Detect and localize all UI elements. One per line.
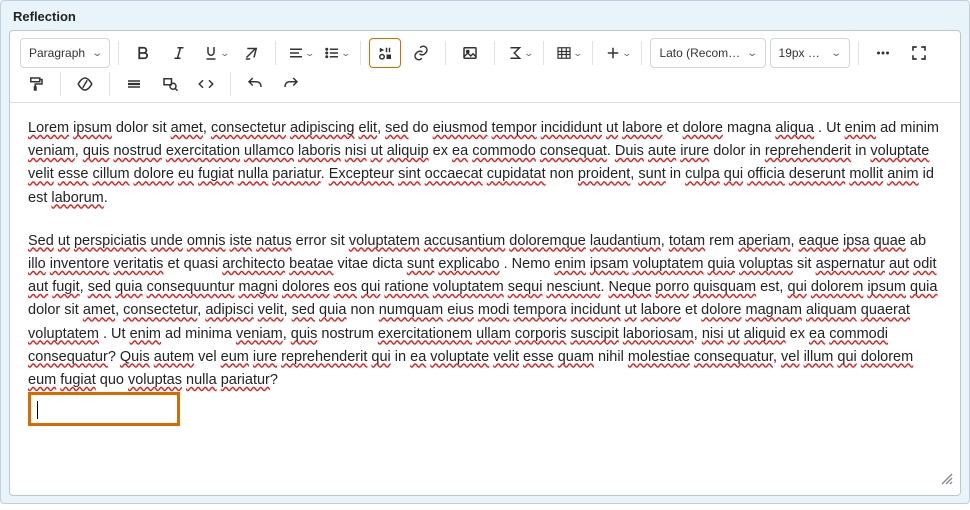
editor-panel: Reflection Paragraph ⌄ ⌄ bbox=[0, 0, 970, 504]
link-icon bbox=[412, 44, 430, 62]
clear-format-icon bbox=[242, 44, 260, 62]
separator bbox=[858, 41, 859, 65]
bold-button[interactable] bbox=[127, 38, 159, 68]
separator bbox=[543, 41, 544, 65]
align-button[interactable]: ⌄ bbox=[284, 38, 316, 68]
separator bbox=[641, 41, 642, 65]
clear-format-button[interactable] bbox=[235, 38, 267, 68]
image-button[interactable] bbox=[454, 38, 486, 68]
redo-icon bbox=[282, 75, 300, 93]
separator bbox=[445, 41, 446, 65]
sigma-icon bbox=[506, 44, 524, 62]
paragraph-2: Sed ut perspiciatis unde omnis iste natu… bbox=[28, 230, 942, 392]
font-family-dropdown[interactable]: Lato (Recom… ⌄ bbox=[650, 38, 765, 68]
ellipsis-icon bbox=[874, 44, 892, 62]
table-icon bbox=[555, 44, 573, 62]
code-icon bbox=[197, 75, 215, 93]
paint-roller-icon bbox=[27, 75, 45, 93]
fullscreen-icon bbox=[910, 44, 928, 62]
find-replace-button[interactable] bbox=[154, 69, 186, 99]
chevron-down-icon: ⌄ bbox=[524, 48, 535, 59]
font-size-label: 19px … bbox=[779, 46, 820, 60]
separator bbox=[118, 41, 119, 65]
chevron-down-icon: ⌄ bbox=[305, 48, 316, 59]
fullscreen-button[interactable] bbox=[903, 38, 935, 68]
separator bbox=[60, 72, 61, 96]
toolbar-row-1: Paragraph ⌄ ⌄ ⌄ bbox=[10, 31, 960, 71]
bold-icon bbox=[134, 44, 152, 62]
separator bbox=[592, 41, 593, 65]
text-cursor bbox=[37, 401, 38, 419]
editor-frame: Paragraph ⌄ ⌄ ⌄ bbox=[9, 30, 961, 496]
redo-button[interactable] bbox=[275, 69, 307, 99]
toolbar-row-2 bbox=[10, 71, 960, 103]
font-family-label: Lato (Recom… bbox=[659, 46, 740, 60]
chevron-down-icon: ⌄ bbox=[746, 48, 758, 59]
paragraph-1: Lorem ipsum dolor sit amet, consectetur … bbox=[28, 117, 942, 210]
chevron-down-icon: ⌄ bbox=[341, 48, 352, 59]
paragraph-format-dropdown[interactable]: Paragraph ⌄ bbox=[20, 38, 110, 68]
separator bbox=[494, 41, 495, 65]
link-button[interactable] bbox=[405, 38, 437, 68]
more-button[interactable] bbox=[867, 38, 899, 68]
hr-icon bbox=[125, 75, 143, 93]
undo-icon bbox=[246, 75, 264, 93]
paragraph-format-label: Paragraph bbox=[29, 46, 85, 60]
chevron-down-icon: ⌄ bbox=[220, 48, 231, 59]
undo-button[interactable] bbox=[239, 69, 271, 99]
chevron-down-icon: ⌄ bbox=[622, 48, 633, 59]
accessibility-button[interactable] bbox=[69, 69, 101, 99]
chevron-down-icon: ⌄ bbox=[573, 48, 584, 59]
list-icon bbox=[323, 44, 341, 62]
align-icon bbox=[287, 44, 305, 62]
media-embed-button[interactable] bbox=[369, 38, 401, 68]
font-size-dropdown[interactable]: 19px … ⌄ bbox=[770, 38, 850, 68]
italic-icon bbox=[170, 44, 188, 62]
plus-icon bbox=[604, 44, 622, 62]
insert-button[interactable]: ⌄ bbox=[601, 38, 633, 68]
separator bbox=[230, 72, 231, 96]
chevron-down-icon: ⌄ bbox=[91, 48, 103, 59]
equation-button[interactable]: ⌄ bbox=[503, 38, 535, 68]
underline-icon bbox=[202, 44, 220, 62]
hr-button[interactable] bbox=[118, 69, 150, 99]
find-replace-icon bbox=[161, 75, 179, 93]
panel-title: Reflection bbox=[9, 7, 961, 30]
image-icon bbox=[461, 44, 479, 62]
italic-button[interactable] bbox=[163, 38, 195, 68]
table-button[interactable]: ⌄ bbox=[552, 38, 584, 68]
separator bbox=[275, 41, 276, 65]
cursor-highlight bbox=[28, 392, 180, 426]
separator bbox=[360, 41, 361, 65]
underline-button[interactable]: ⌄ bbox=[199, 38, 231, 68]
format-painter-button[interactable] bbox=[20, 69, 52, 99]
accessibility-icon bbox=[76, 75, 94, 93]
list-button[interactable]: ⌄ bbox=[320, 38, 352, 68]
separator bbox=[109, 72, 110, 96]
source-code-button[interactable] bbox=[190, 69, 222, 99]
resize-handle-icon[interactable] bbox=[940, 472, 954, 489]
chevron-down-icon: ⌄ bbox=[830, 48, 842, 59]
editor-content[interactable]: Lorem ipsum dolor sit amet, consectetur … bbox=[10, 103, 960, 495]
media-embed-icon bbox=[376, 44, 394, 62]
